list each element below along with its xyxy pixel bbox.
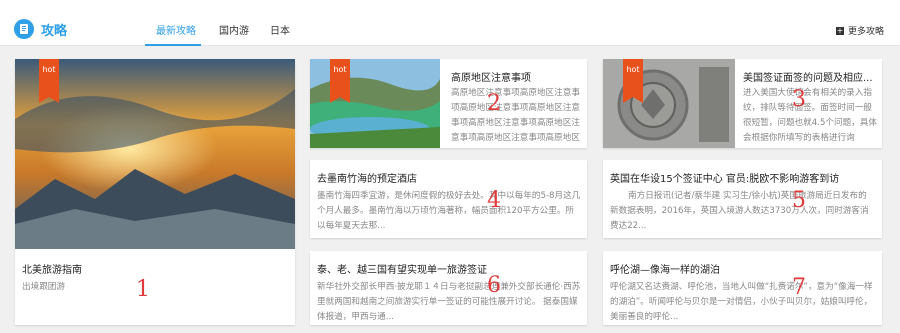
card-number: 1: [136, 277, 150, 302]
card-title[interactable]: 呼伦湖—像海一样的湖泊: [610, 261, 878, 276]
card-desc: 高原地区注意事项高原地区注意事项高原地区注意事项高原地区注意事项高原地区注意事项…: [451, 88, 580, 143]
card-title[interactable]: 美国签证面签的问题及相应...: [743, 69, 877, 84]
card-desc: 呼伦湖又名达赉湖、呼伦池，当地人叫做“扎赉诺尔”，意为“像海一样的湖泊”。听闻呼…: [610, 282, 873, 322]
section-title: 攻略: [41, 24, 68, 39]
hot-badge: hot: [39, 59, 59, 103]
card-title[interactable]: 去墨南竹海的预定酒店: [317, 170, 582, 185]
card-number: 7: [792, 275, 806, 300]
tab-japan[interactable]: 日本: [270, 22, 290, 37]
guide-card[interactable]: 呼伦湖—像海一样的湖泊 呼伦湖又名达赉湖、呼伦池，当地人叫做“扎赉诺尔”，意为“…: [603, 251, 882, 325]
guide-card[interactable]: 英国在华设15个签证中心 官员:脱欧不影响游客到访 南方日报讯(记者/蔡华建 实…: [603, 160, 882, 238]
card-desc: 出境跟团游: [22, 282, 65, 292]
card-number: 4: [487, 188, 501, 213]
card-number: 2: [487, 91, 501, 116]
tab-latest[interactable]: 最新攻略: [156, 22, 196, 37]
guide-card[interactable]: 去墨南竹海的预定酒店 墨南竹海四季宜游，是休闲度假的极好去处。其中以每年的5-8…: [310, 160, 587, 238]
guide-card-large[interactable]: hot 北美旅游指南 出境跟团游 1: [15, 59, 295, 325]
card-title[interactable]: 英国在华设15个签证中心 官员:脱欧不影响游客到访: [610, 170, 878, 185]
card-desc: 进入美国大使馆会有相关的录入指纹，排队等待面签。面签时间一般很短暂，问题也就4.…: [743, 88, 877, 143]
more-guides-link[interactable]: + 更多攻略: [835, 24, 884, 37]
guide-card[interactable]: hot 美国签证面签的问题及相应... 进入美国大使馆会有相关的录入指纹，排队等…: [603, 59, 882, 148]
card-number: 6: [487, 273, 501, 298]
card-title[interactable]: 北美旅游指南: [22, 261, 82, 276]
hot-badge: hot: [623, 59, 643, 103]
card-title[interactable]: 泰、老、越三国有望实现单一旅游签证: [317, 261, 582, 276]
guide-logo-icon: [14, 19, 34, 39]
card-number: 3: [792, 87, 806, 112]
tab-domestic[interactable]: 国内游: [219, 22, 249, 37]
plus-icon: +: [835, 25, 844, 35]
card-desc: 墨南竹海四季宜游，是休闲度假的极好去处。其中以每年的5-8月这几个月人最多。墨南…: [317, 191, 581, 231]
more-guides-label: 更多攻略: [847, 27, 884, 37]
active-tab-indicator: [145, 44, 201, 46]
guide-card[interactable]: 泰、老、越三国有望实现单一旅游签证 新华社外交部长甲西·披龙耶１４日与老挝副总理…: [310, 251, 587, 325]
section-header: 攻略 最新攻略 国内游 日本 + 更多攻略: [0, 0, 900, 46]
hot-badge: hot: [330, 59, 350, 103]
guide-card[interactable]: hot 高原地区注意事项 高原地区注意事项高原地区注意事项高原地区注意事项高原地…: [310, 59, 587, 148]
card-desc: 南方日报讯(记者/蔡华建 实习生/徐小杭)英国旅游局近日发布的新数据表明，201…: [610, 191, 869, 231]
card-desc: 新华社外交部长甲西·披龙耶１４日与老挝副总理兼外交部长通伦·西苏里就两国和越南之…: [317, 282, 581, 322]
card-title[interactable]: 高原地区注意事项: [451, 69, 581, 84]
card-number: 5: [792, 188, 806, 213]
